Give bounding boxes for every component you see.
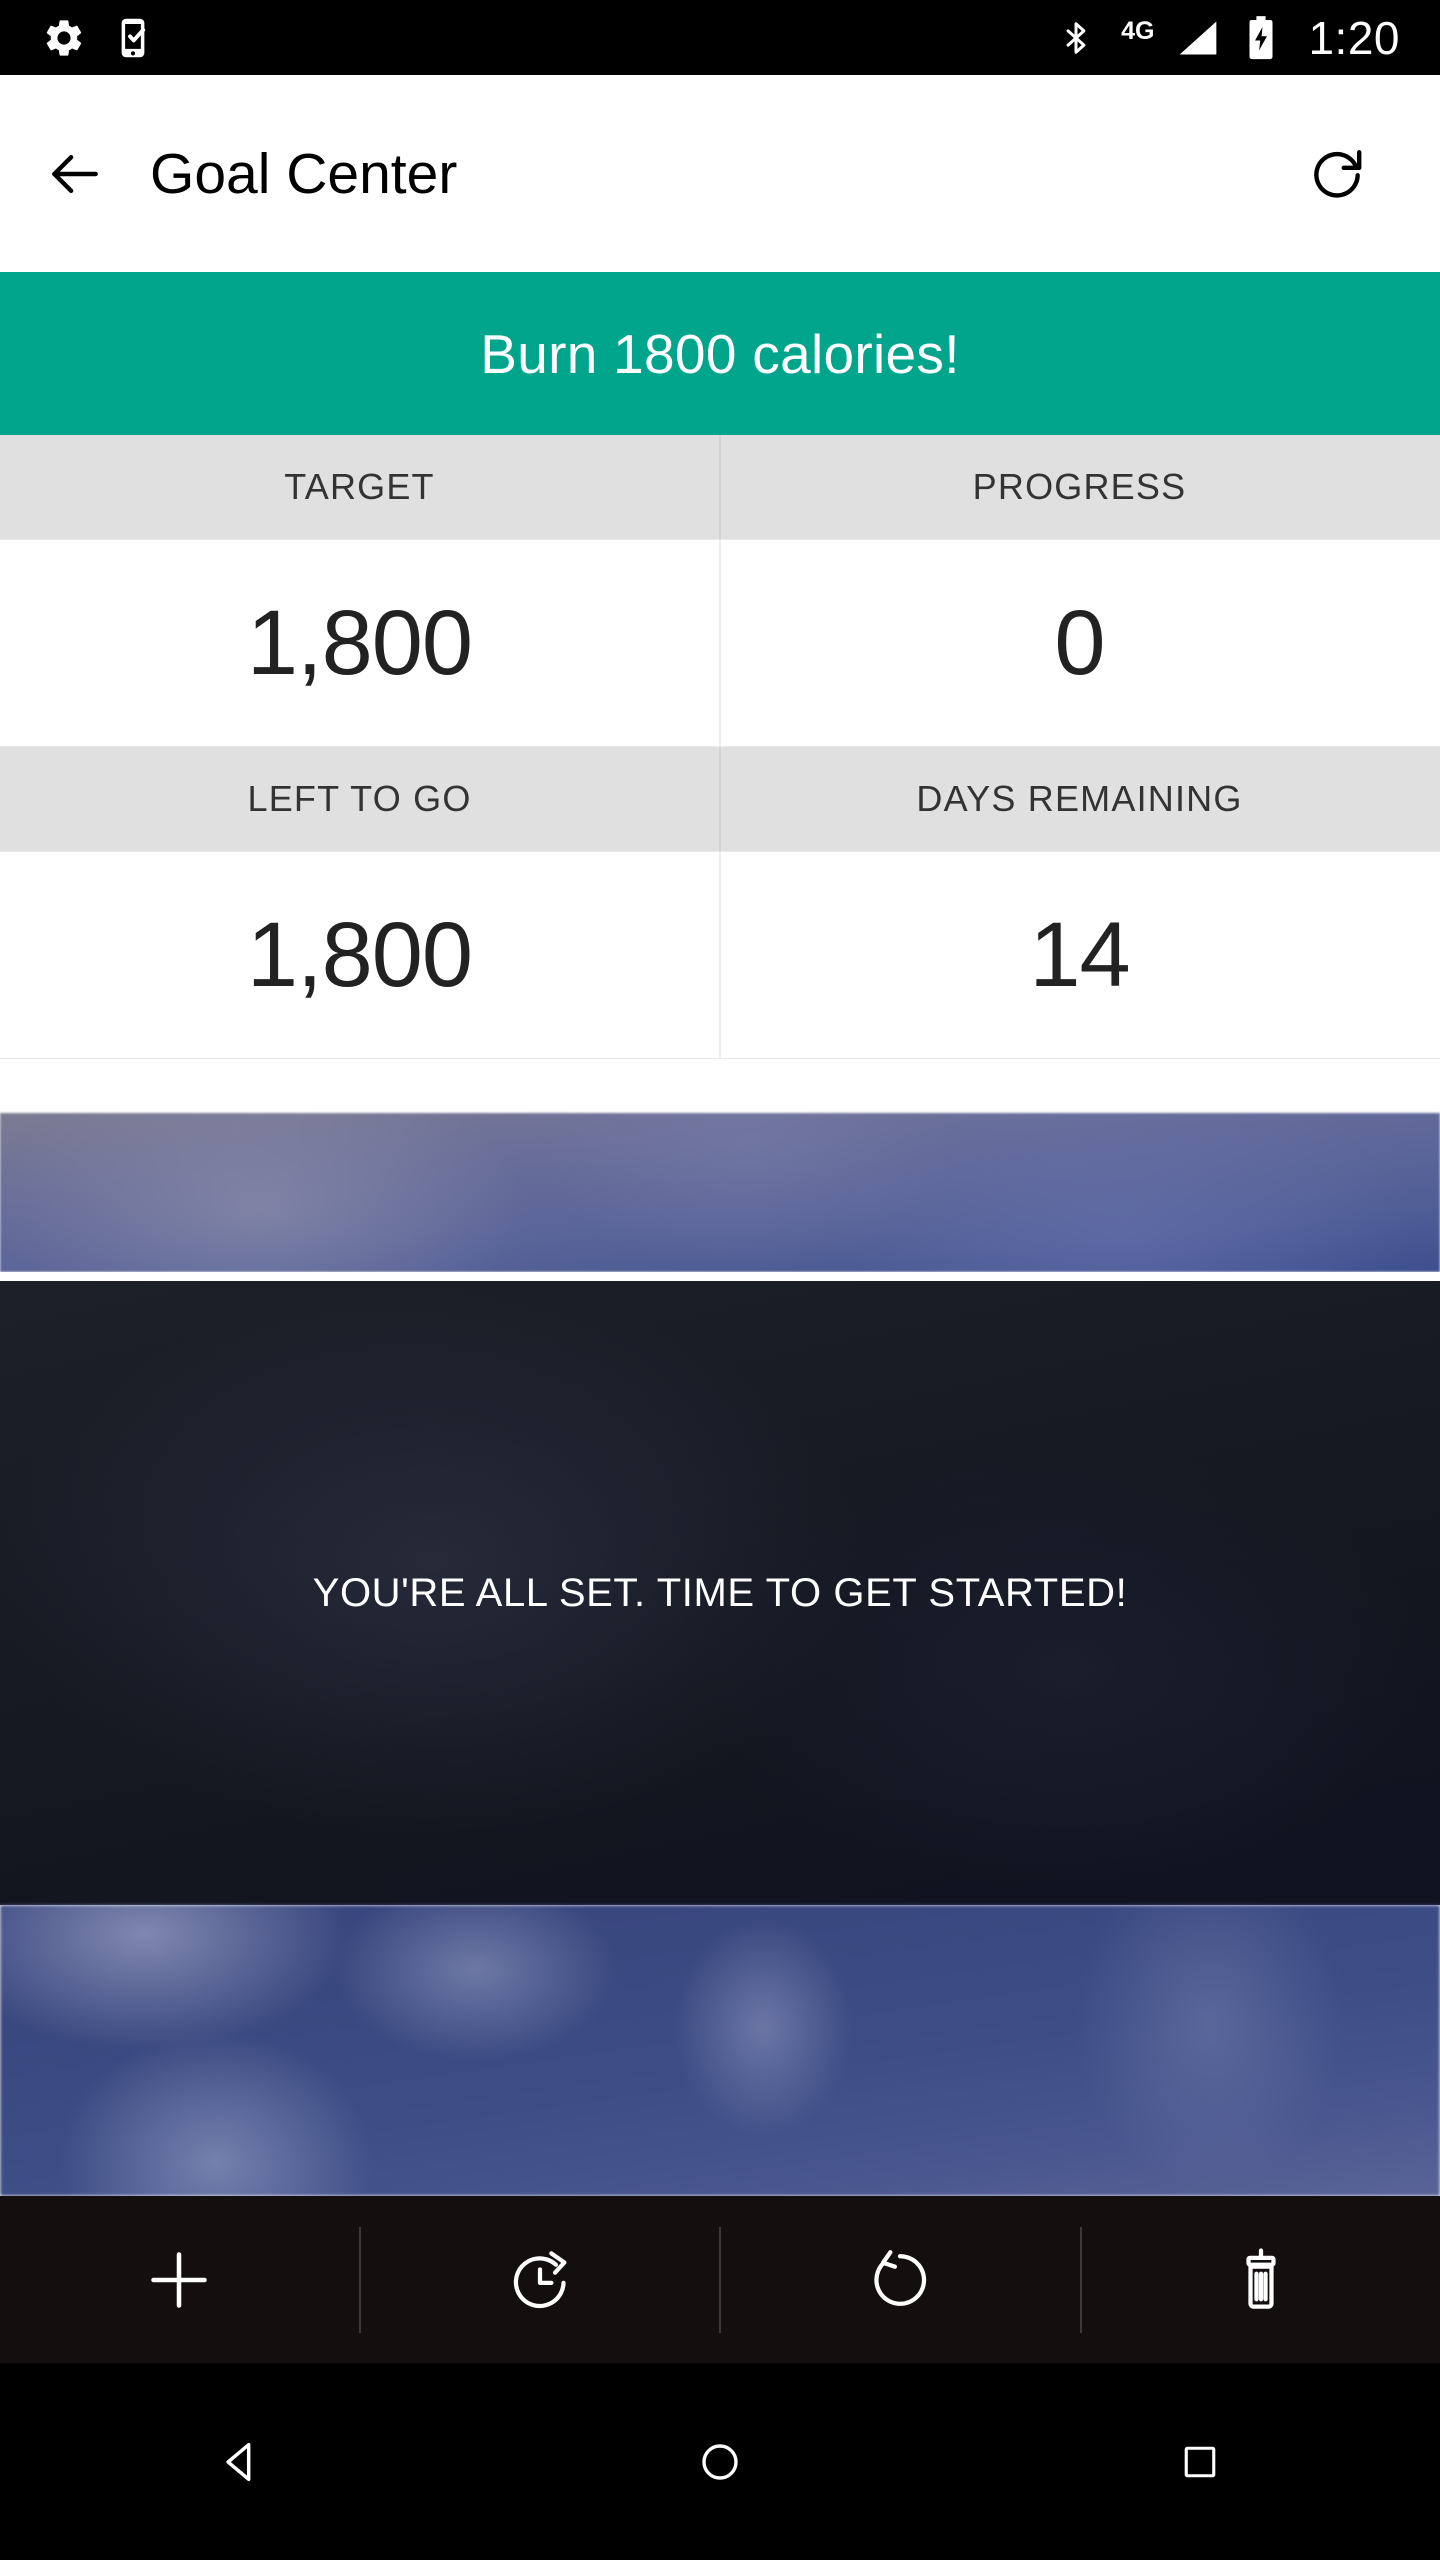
bluetooth-icon — [1057, 15, 1095, 61]
stat-value-left-to-go: 1,800 — [0, 852, 719, 1058]
stat-value-label: 1,800 — [246, 591, 473, 694]
status-bar-right-icons: 4G 1:20 — [1057, 15, 1440, 61]
nav-home[interactable] — [480, 2438, 960, 2486]
hero-message-text: YOU'RE ALL SET. TIME TO GET STARTED! — [312, 1570, 1128, 1615]
stat-header-label: PROGRESS — [972, 466, 1187, 507]
stat-header-left-to-go: LEFT TO GO — [0, 747, 719, 851]
refresh-button[interactable] — [1306, 143, 1368, 205]
bottom-action-bar — [0, 2196, 1440, 2363]
status-bar: 4G 1:20 — [0, 0, 1440, 75]
goal-banner-text: Burn 1800 calories! — [480, 322, 960, 385]
hero-photo-bottom — [0, 1905, 1440, 2196]
stat-header-target: TARGET — [0, 435, 719, 539]
delete-button[interactable] — [1082, 2196, 1440, 2363]
stats-value-row-2: 1,800 14 — [0, 851, 1440, 1059]
android-nav-bar — [0, 2363, 1440, 2560]
app-bar: Goal Center — [0, 75, 1440, 272]
stats-header-row-1: TARGET PROGRESS — [0, 435, 1440, 539]
signal-icon — [1176, 16, 1220, 60]
stats-grid: TARGET PROGRESS 1,800 0 LEFT TO GO DAYS … — [0, 435, 1440, 1059]
hero-photo-top — [0, 1113, 1440, 1272]
reset-button[interactable] — [721, 2196, 1080, 2363]
stat-value-label: 0 — [1054, 591, 1105, 694]
status-bar-left-icons — [0, 16, 154, 60]
settings-gear-icon — [42, 16, 86, 60]
hero-divider — [0, 1272, 1440, 1281]
add-button[interactable] — [0, 2196, 359, 2363]
clock-time: 1:20 — [1308, 11, 1400, 64]
stat-header-progress: PROGRESS — [719, 435, 1438, 539]
network-type-label: 4G — [1121, 16, 1155, 45]
page-title: Goal Center — [150, 141, 458, 206]
goal-banner: Burn 1800 calories! — [0, 272, 1440, 435]
hero-message-panel: YOU'RE ALL SET. TIME TO GET STARTED! — [0, 1281, 1440, 1905]
stat-header-days-remaining: DAYS REMAINING — [719, 747, 1438, 851]
stats-value-row-1: 1,800 0 — [0, 539, 1440, 747]
stat-value-days-remaining: 14 — [719, 852, 1438, 1058]
stat-header-label: TARGET — [284, 466, 435, 507]
stat-header-label: DAYS REMAINING — [916, 778, 1243, 819]
history-button[interactable] — [361, 2196, 720, 2363]
back-button[interactable] — [0, 143, 150, 205]
stat-value-target: 1,800 — [0, 540, 719, 746]
stat-header-label: LEFT TO GO — [247, 778, 472, 819]
stats-header-row-2: LEFT TO GO DAYS REMAINING — [0, 747, 1440, 851]
phone-check-icon — [112, 17, 154, 59]
app-screen: 4G 1:20 Goal Center Burn 1800 calories! … — [0, 0, 1440, 2560]
stat-value-progress: 0 — [719, 540, 1438, 746]
nav-recents[interactable] — [960, 2440, 1440, 2484]
nav-back[interactable] — [0, 2436, 480, 2488]
stat-value-label: 1,800 — [246, 903, 473, 1006]
battery-charging-icon — [1246, 15, 1276, 61]
stat-value-label: 14 — [1029, 903, 1130, 1006]
